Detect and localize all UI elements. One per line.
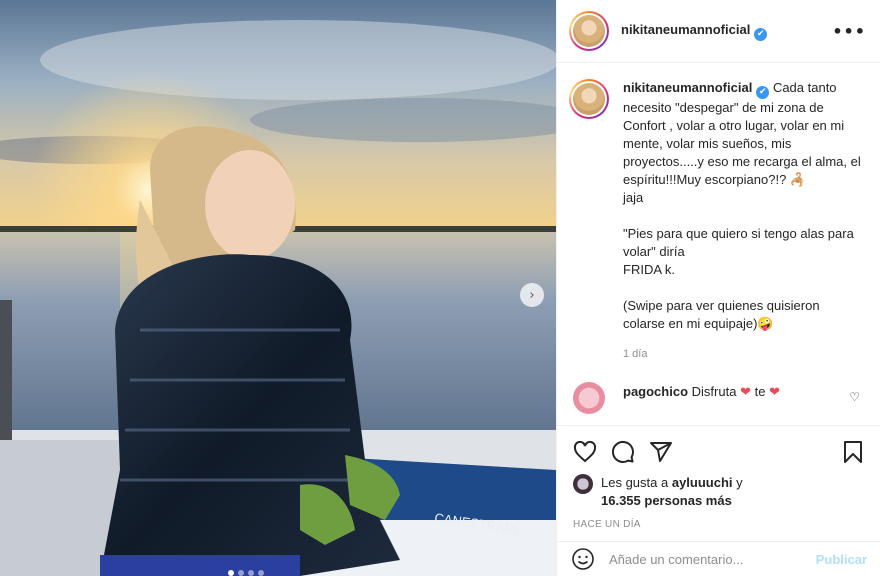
caption-username[interactable]: nikitaneumannoficial ✔ [623, 80, 770, 99]
comments-section: nikitaneumannoficial ✔ Cada tanto necesit… [557, 63, 880, 425]
caption: nikitaneumannoficial ✔ Cada tanto necesit… [569, 79, 864, 363]
commenter-username[interactable]: pagochico [623, 384, 688, 399]
comment-text: te [754, 384, 766, 399]
comment-item: pagochico Disfruta ❤ te ❤ ♡ [569, 382, 864, 414]
verified-badge-icon: ✔ [754, 27, 768, 41]
carousel-dot [228, 570, 234, 576]
verified-badge-icon: ✔ [756, 86, 770, 99]
post-header: nikitaneumannoficial ✔ ••• [557, 0, 880, 63]
caption-text: Cada tanto necesito "despegar" de mi zon… [623, 80, 861, 331]
emoji-icon[interactable] [571, 547, 595, 571]
action-bar: Les gusta a ayluuuchi y 16.355 personas … [557, 425, 880, 530]
liker-avatar[interactable] [573, 474, 593, 494]
carousel-dot [238, 570, 244, 576]
publish-button[interactable]: Publicar [816, 552, 867, 567]
carousel-dots [228, 570, 264, 576]
carousel-dot [258, 570, 264, 576]
post-age[interactable]: HACE UN DÍA [573, 519, 865, 530]
author-avatar[interactable] [569, 11, 609, 51]
comment-icon[interactable] [611, 440, 635, 464]
like-comment-icon[interactable]: ♡ [849, 390, 860, 404]
heart-icon[interactable] [573, 440, 597, 464]
liker-username[interactable]: ayluuuchi [672, 475, 733, 490]
likes-count[interactable]: 16.355 personas más [601, 493, 732, 508]
author-username[interactable]: nikitaneumannoficial ✔ [621, 22, 768, 41]
post-side-panel: nikitaneumannoficial ✔ ••• nikitaneumanno… [556, 0, 880, 576]
likes-prefix: Les gusta a [601, 475, 669, 490]
likes-connector: y [736, 475, 743, 490]
commenter-avatar[interactable] [573, 382, 605, 414]
red-heart-emoji: ❤ [740, 385, 751, 400]
likes-summary: Les gusta a ayluuuchi y 16.355 personas … [573, 474, 865, 510]
bookmark-icon[interactable] [841, 440, 865, 464]
post-photo[interactable]: CANESTRARI › [0, 0, 556, 576]
photo-scene: CANESTRARI [0, 0, 556, 576]
add-comment-bar: Publicar [557, 541, 880, 576]
more-options-icon[interactable]: ••• [832, 22, 866, 41]
share-icon[interactable] [649, 440, 673, 464]
comment-text: Disfruta [691, 384, 737, 399]
carousel-dot [248, 570, 254, 576]
next-photo-button[interactable]: › [520, 283, 544, 307]
comment-input[interactable] [609, 551, 816, 567]
chevron-right-icon: › [529, 287, 535, 303]
red-heart-emoji: ❤ [769, 385, 780, 400]
caption-avatar[interactable] [569, 79, 609, 119]
caption-timestamp[interactable]: 1 día [623, 345, 864, 363]
